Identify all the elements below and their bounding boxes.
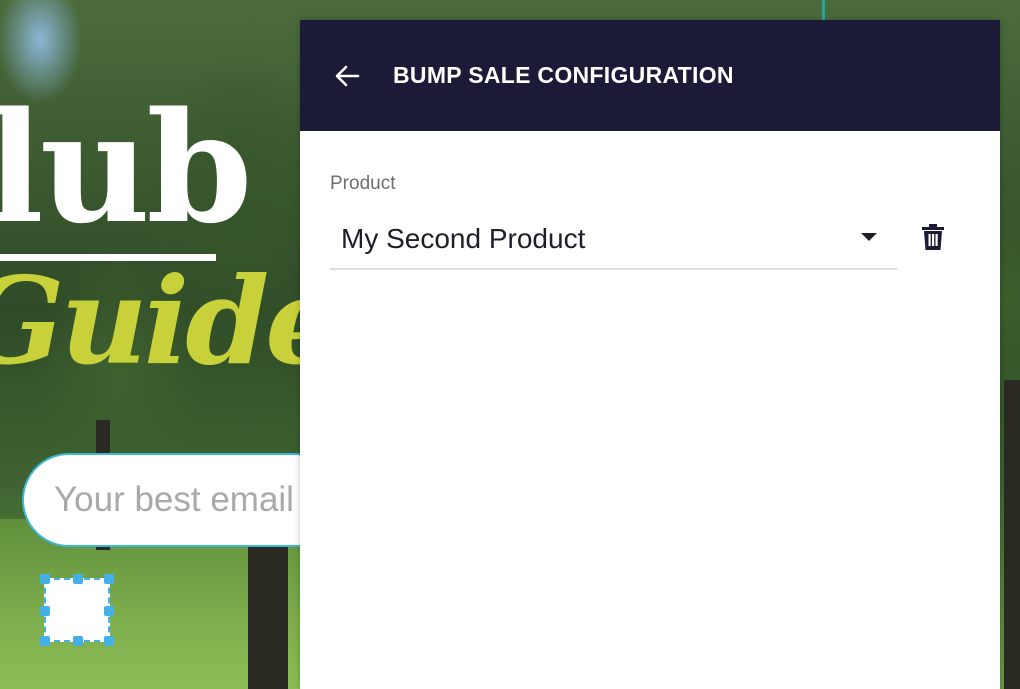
- arrow-left-icon: [335, 65, 360, 86]
- resize-handle-bottom-left[interactable]: [40, 636, 50, 646]
- background-tree-trunk: [1004, 380, 1020, 689]
- product-select[interactable]: My Second Product: [330, 210, 897, 270]
- resize-handle-left[interactable]: [40, 606, 50, 616]
- panel-title: BUMP SALE CONFIGURATION: [393, 62, 734, 88]
- product-field-label: Product: [330, 173, 396, 194]
- resize-handle-top-right[interactable]: [104, 574, 114, 584]
- resize-handle-top[interactable]: [73, 574, 83, 584]
- email-input[interactable]: [22, 453, 342, 547]
- headline-fragment[interactable]: lub: [0, 92, 253, 244]
- resize-handle-bottom-right[interactable]: [104, 636, 114, 646]
- canvas-guide-line: [822, 0, 825, 20]
- bump-sale-config-panel: BUMP SALE CONFIGURATION Product My Secon…: [300, 20, 1000, 689]
- delete-product-button[interactable]: [915, 218, 951, 256]
- product-select-value: My Second Product: [341, 223, 586, 254]
- resize-handle-right[interactable]: [104, 606, 114, 616]
- back-button[interactable]: [325, 54, 369, 98]
- resize-handle-top-left[interactable]: [40, 574, 50, 584]
- panel-header: BUMP SALE CONFIGURATION: [300, 20, 1000, 131]
- trash-icon: [922, 224, 944, 250]
- caret-down-icon: [861, 233, 877, 241]
- resize-handle-bottom[interactable]: [73, 636, 83, 646]
- selected-element[interactable]: [40, 574, 114, 646]
- subheadline-fragment[interactable]: Guide: [0, 262, 342, 382]
